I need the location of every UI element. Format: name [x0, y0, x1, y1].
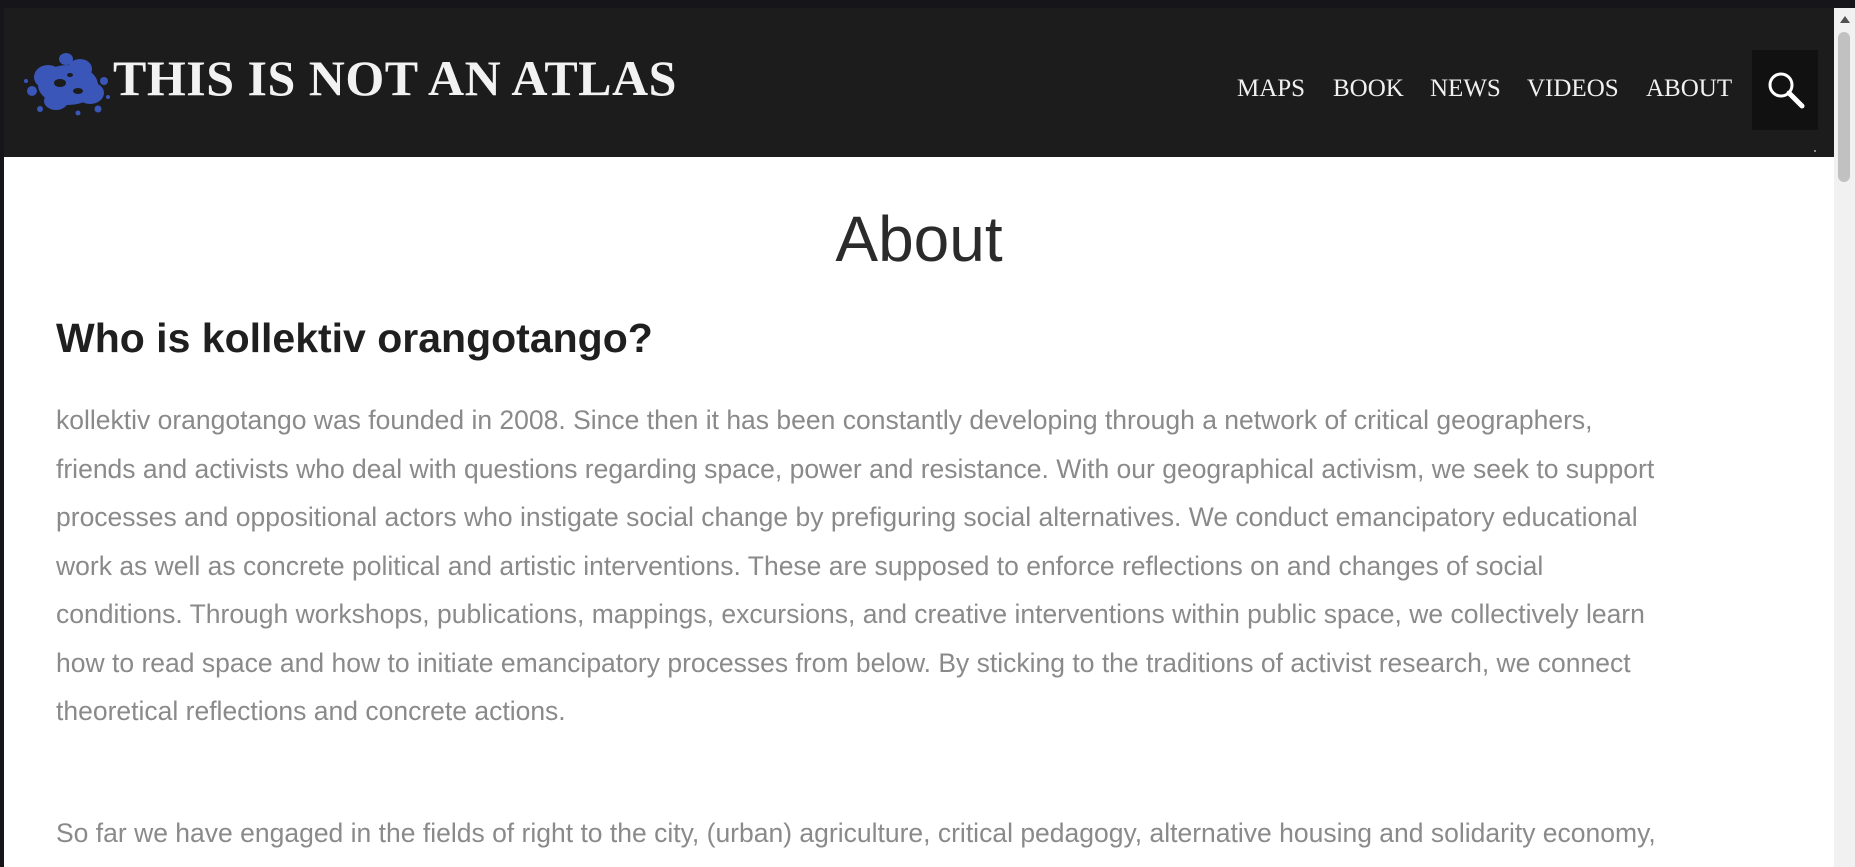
- nav-item-book[interactable]: BOOK: [1333, 76, 1404, 101]
- nav-item-about[interactable]: ABOUT: [1646, 76, 1732, 101]
- paragraph-line: theoretical reflections and concrete act…: [56, 696, 566, 726]
- paragraph-line: So far we have engaged in the fields of …: [56, 818, 1656, 848]
- paragraph-line: conditions. Through workshops, publicati…: [56, 599, 1645, 629]
- ink-splash-map-icon[interactable]: [20, 47, 112, 121]
- nav-item-videos[interactable]: VIDEOS: [1527, 76, 1619, 101]
- browser-viewport: THIS IS NOT AN ATLAS MAPS BOOK NEWS VIDE…: [4, 8, 1834, 867]
- scrollbar-thumb[interactable]: [1838, 32, 1850, 182]
- scroll-up-arrow-icon[interactable]: [1840, 16, 1850, 23]
- paragraph-line: how to read space and how to initiate em…: [56, 647, 1631, 678]
- about-paragraph: So far we have engaged in the fields of …: [56, 809, 1796, 867]
- paragraph-line: work as well as concrete political and a…: [56, 550, 1544, 581]
- nav-item-maps[interactable]: MAPS: [1237, 76, 1305, 101]
- about-paragraph: kollektiv orangotango was founded in 200…: [56, 396, 1796, 736]
- search-button[interactable]: [1752, 50, 1818, 152]
- site-title[interactable]: THIS IS NOT AN ATLAS: [113, 53, 677, 103]
- paragraph-line: processes and oppositional actors who in…: [56, 502, 1638, 532]
- paragraph-line: mostly in Europe and also in Latin Ameri…: [56, 858, 1796, 867]
- paragraph-line: kollektiv orangotango was founded in 200…: [56, 405, 1593, 435]
- paragraph-line: friends and activists who deal with ques…: [56, 453, 1655, 484]
- nav-item-news[interactable]: NEWS: [1430, 76, 1501, 101]
- magnifier-icon: [1768, 72, 1805, 109]
- page-title: About: [835, 203, 1003, 275]
- section-heading: Who is kollektiv orangotango?: [56, 315, 653, 361]
- site-header: THIS IS NOT AN ATLAS MAPS BOOK NEWS VIDE…: [4, 8, 1834, 157]
- vertical-scrollbar[interactable]: [1834, 8, 1855, 867]
- search-dot: [1814, 150, 1816, 152]
